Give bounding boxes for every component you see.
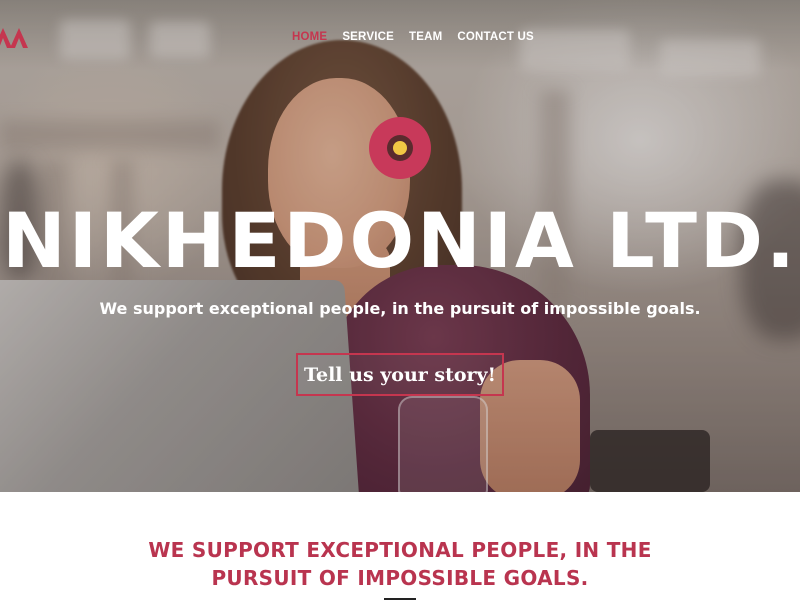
badge-dot — [393, 141, 407, 155]
target-badge-icon — [369, 117, 431, 179]
tell-us-your-story-button[interactable]: Tell us your story! — [296, 353, 504, 396]
hero-section: HOME SERVICE TEAM CONTACT US NIKHEDONIA … — [0, 0, 800, 492]
hero-subtitle: We support exceptional people, in the pu… — [99, 299, 701, 318]
nav-item-service[interactable]: SERVICE — [342, 31, 394, 43]
main-nav: HOME SERVICE TEAM CONTACT US — [292, 31, 534, 43]
brand-logo-icon[interactable] — [0, 26, 32, 50]
nav-item-contact-us[interactable]: CONTACT US — [457, 31, 534, 43]
hero-title: NIKHEDONIA LTD. — [2, 196, 798, 285]
badge-ring — [387, 135, 413, 161]
intro-heading-line-1: WE SUPPORT EXCEPTIONAL PEOPLE, IN THE — [148, 538, 652, 562]
intro-heading-line-2: PURSUIT OF IMPOSSIBLE GOALS. — [211, 566, 589, 590]
nav-item-home[interactable]: HOME — [292, 31, 327, 43]
intro-section: WE SUPPORT EXCEPTIONAL PEOPLE, IN THE PU… — [0, 492, 800, 600]
intro-heading: WE SUPPORT EXCEPTIONAL PEOPLE, IN THE PU… — [0, 536, 800, 592]
nav-item-team[interactable]: TEAM — [409, 31, 442, 43]
